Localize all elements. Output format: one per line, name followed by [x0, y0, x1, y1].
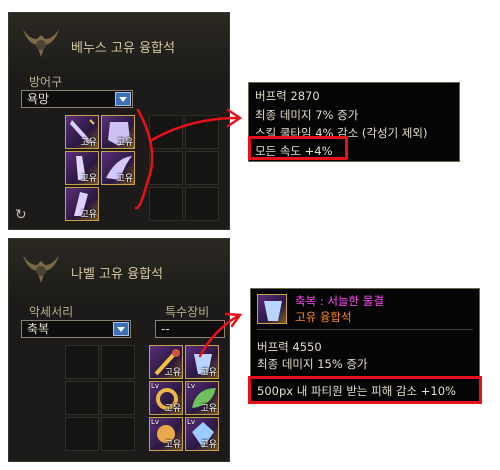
item-tag: 고유	[164, 440, 181, 450]
item-name: 축복 : 서늘한 물결	[295, 294, 384, 308]
tooltip-item-icon	[257, 294, 287, 324]
item-tag: 고유	[200, 368, 217, 378]
empty-slot[interactable]	[149, 115, 183, 149]
empty-slot[interactable]	[149, 151, 183, 185]
fusion-stone-item[interactable]: 고유	[149, 345, 183, 379]
category-label-special: 특수장비	[165, 305, 210, 319]
special-dropdown[interactable]: --	[155, 320, 225, 338]
empty-slot[interactable]	[185, 187, 219, 221]
tooltip-divider	[257, 329, 473, 330]
fusion-stone-item[interactable]: Lv 고유	[149, 417, 183, 451]
fusion-stone-item[interactable]: 고유	[65, 151, 99, 185]
accessory-dropdown[interactable]: 축복	[21, 320, 131, 338]
fusion-stone-item[interactable]: 고유	[101, 151, 135, 185]
buff-power: 버프력 2870	[255, 89, 320, 103]
chevron-down-icon[interactable]	[115, 92, 131, 106]
fusion-stone-item[interactable]: 고유	[101, 115, 135, 149]
level-tag: Lv	[187, 382, 196, 390]
crystal-icon	[264, 301, 282, 321]
level-tag: Lv	[151, 418, 160, 426]
venus-fusion-panel: 베누스 고유 융합석 방어구 욕망 고유 고유 고유 고유 고유 ↻	[8, 12, 230, 230]
set-dropdown-value: 욕망	[27, 92, 50, 106]
empty-slot[interactable]	[65, 345, 99, 379]
item-tag: 고유	[80, 138, 97, 148]
chevron-down-icon[interactable]	[113, 322, 129, 336]
item-grade: 고유 융합석	[295, 310, 352, 324]
fusion-stone-item[interactable]: Lv 고유	[149, 381, 183, 415]
highlight-box	[248, 136, 348, 160]
item-tag: 고유	[200, 404, 217, 414]
panel-title: 나벨 고유 융합석	[71, 267, 163, 282]
item-tag: 고유	[164, 404, 181, 414]
nabel-fusion-panel: 나벨 고유 융합석 악세서리 특수장비 축복 -- 고유 고유 Lv 고유 Lv…	[8, 238, 230, 462]
fusion-stone-item[interactable]: 고유	[185, 345, 219, 379]
fusion-stone-item[interactable]: 고유	[65, 187, 99, 221]
item-tag: 고유	[80, 174, 97, 184]
empty-slot[interactable]	[65, 417, 99, 451]
item-tag: 고유	[164, 368, 181, 378]
item-tag: 고유	[80, 210, 97, 220]
level-tag: Lv	[187, 418, 196, 426]
horned-emblem-icon	[23, 255, 59, 283]
item-tag: 고유	[116, 138, 133, 148]
empty-slot[interactable]	[101, 417, 135, 451]
empty-slot[interactable]	[101, 381, 135, 415]
fusion-stone-item[interactable]: Lv 고유	[185, 381, 219, 415]
empty-slot[interactable]	[185, 151, 219, 185]
horned-emblem-icon	[23, 29, 59, 57]
special-dropdown-value: --	[161, 322, 170, 336]
panel-title: 베누스 고유 융합석	[71, 41, 175, 56]
empty-slot[interactable]	[185, 115, 219, 149]
set-dropdown[interactable]: 욕망	[21, 90, 133, 108]
fusion-stone-item[interactable]: Lv 고유	[185, 417, 219, 451]
highlight-box	[248, 376, 482, 404]
empty-slot[interactable]	[65, 381, 99, 415]
final-damage: 최종 데미지 7% 증가	[255, 108, 359, 122]
category-label: 방어구	[29, 75, 63, 89]
empty-slot[interactable]	[149, 187, 183, 221]
empty-slot[interactable]	[101, 345, 135, 379]
level-tag: Lv	[151, 382, 160, 390]
fusion-stone-item[interactable]: 고유	[65, 115, 99, 149]
category-label-accessory: 악세서리	[29, 305, 74, 319]
accessory-dropdown-value: 축복	[27, 322, 50, 336]
item-tag: 고유	[200, 440, 217, 450]
buff-power: 버프력 4550	[257, 340, 322, 354]
refresh-icon[interactable]: ↻	[15, 207, 27, 223]
item-tag: 고유	[116, 174, 133, 184]
final-damage: 최종 데미지 15% 증가	[257, 357, 368, 371]
